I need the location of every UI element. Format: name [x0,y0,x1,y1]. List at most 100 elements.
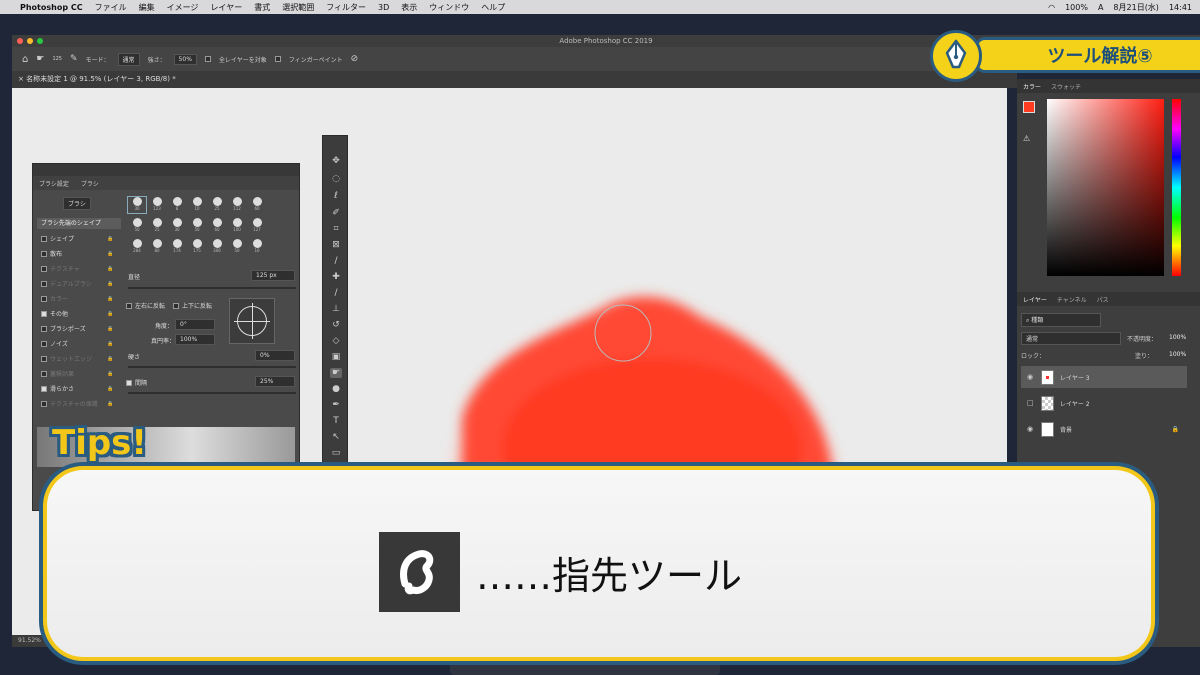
lock-icon[interactable]: 🔒 [107,371,113,377]
brush-tip-preset[interactable]: 8 [168,197,186,213]
menu-date[interactable]: 8月21日(水) [1113,2,1159,13]
menu-edit[interactable]: 編集 [139,2,155,13]
brush-option-checkbox[interactable] [41,295,47,302]
zoom-level[interactable]: 91.52% [18,637,41,644]
brush-option-checkbox[interactable] [41,400,47,407]
brush-tip-preset[interactable]: 60 [208,218,226,234]
brush-tip-preset[interactable]: 60 [248,197,266,213]
angle-input[interactable]: 0° [175,319,215,330]
spacing-checkbox[interactable] [126,379,132,386]
menu-filter[interactable]: フィルター [326,2,366,13]
zoom-window-button[interactable] [37,38,43,44]
menu-layer[interactable]: レイヤー [210,2,242,13]
brush-tip-preset[interactable]: 306 [208,239,226,255]
brush-tip-preset[interactable]: 30 [127,196,147,214]
tab-brush-settings[interactable]: ブラシ設定 [39,179,69,188]
brush-option-item[interactable]: 蓄積効果 🔒 [41,369,113,378]
brush-option-checkbox[interactable] [41,355,47,362]
lock-icon[interactable]: 🔒 [107,236,113,242]
layer-row[interactable]: ◉ 背景 🔒 [1021,418,1187,440]
lock-icon[interactable]: 🔒 [107,341,113,347]
layer-filter-select[interactable]: ⌕ 種類 [1021,313,1101,327]
marquee-tool-icon[interactable]: ◌ [330,174,342,184]
brush-option-checkbox[interactable] [41,250,47,257]
fill-input[interactable]: 100% [1169,351,1186,358]
brush-option-checkbox[interactable] [41,325,47,332]
layer-name[interactable]: レイヤー 3 [1060,373,1090,382]
hardness-input[interactable]: 0% [255,350,295,361]
menu-time[interactable]: 14:41 [1169,3,1192,12]
minimize-window-button[interactable] [27,38,33,44]
eraser-tool-icon[interactable]: ◇ [330,336,342,346]
smudge-tool-icon[interactable]: ☛ [330,368,342,378]
wifi-icon[interactable]: ◠ [1048,3,1055,12]
menu-window[interactable]: ウィンドウ [429,2,469,13]
color-picker-field[interactable] [1047,99,1164,276]
lock-icon[interactable]: 🔒 [107,311,113,317]
flip-x-checkbox[interactable] [126,302,132,309]
hue-slider[interactable] [1172,99,1181,276]
lock-icon[interactable]: 🔒 [107,251,113,257]
clone-stamp-tool-icon[interactable]: ⊥ [330,304,342,314]
diameter-slider[interactable] [128,287,296,289]
brush-option-item[interactable]: カラー 🔒 [41,294,113,303]
brush-tip-preset[interactable]: 284 [128,239,146,255]
visibility-off-icon[interactable]: □ [1027,399,1035,407]
menu-type[interactable]: 書式 [254,2,270,13]
layer-row[interactable]: ◉ レイヤー 3 [1021,366,1187,388]
brush-tip-shape-item[interactable]: ブラシ先端のシェイプ [37,218,121,229]
brush-option-checkbox[interactable] [41,235,47,242]
home-icon[interactable]: ⌂ [22,54,28,65]
brush-option-item[interactable]: 滑らかさ 🔒 [41,384,113,393]
brush-option-item[interactable]: テクスチャの保護 🔒 [41,399,113,408]
brush-tip-preset[interactable]: 112 [228,197,246,213]
brush-tip-preset[interactable]: 127 [248,218,266,234]
close-window-button[interactable] [17,38,23,44]
brush-tip-preset[interactable]: 25 [208,197,226,213]
move-tool-icon[interactable]: ✥ [330,156,342,166]
brush-tip-preset[interactable]: 25 [148,218,166,234]
spacing-input[interactable]: 25% [255,376,295,387]
flip-x-option[interactable]: 左右に反転 [126,301,165,310]
menu-file[interactable]: ファイル [95,2,127,13]
spacing-slider[interactable] [128,392,296,394]
finger-paint-checkbox[interactable] [274,56,281,62]
brush-tip-preset[interactable]: 80 [148,239,166,255]
document-tab[interactable]: × 名称未設定 1 @ 91.5% (レイヤー 3, RGB/8) * [12,71,1017,88]
flip-y-option[interactable]: 上下に反転 [173,301,212,310]
brush-tip-preset[interactable]: 50 [188,218,206,234]
layer-name[interactable]: レイヤー 2 [1060,399,1090,408]
visibility-eye-icon[interactable]: ◉ [1027,373,1035,381]
brush-option-item[interactable]: 散布 🔒 [41,249,113,258]
lock-icon[interactable]: 🔒 [107,296,113,302]
type-tool-icon[interactable]: T [330,416,342,426]
flip-y-checkbox[interactable] [173,302,179,309]
rectangle-tool-icon[interactable]: ▭ [330,448,342,458]
brush-settings-icon[interactable]: ✎ [70,54,78,64]
menu-view[interactable]: 表示 [401,2,417,13]
brush-option-item[interactable]: その他 🔒 [41,309,113,318]
lock-icon[interactable]: 🔒 [107,401,113,407]
brush-option-checkbox[interactable] [41,280,47,287]
dodge-tool-icon[interactable]: ● [330,384,342,394]
brush-tip-preset[interactable]: 50 [128,218,146,234]
brush-option-checkbox[interactable] [41,340,47,347]
strength-input[interactable]: 50% [173,53,197,65]
brush-option-checkbox[interactable] [41,265,47,272]
brush-tip-preset[interactable]: 30 [168,218,186,234]
brush-tip-preset[interactable]: 16 [248,239,266,255]
healing-brush-tool-icon[interactable]: ✚ [330,272,342,282]
tab-brushes[interactable]: ブラシ [81,179,99,188]
brush-tip-preset[interactable]: 10 [188,197,206,213]
brush-option-item[interactable]: ノイズ 🔒 [41,339,113,348]
tab-channels[interactable]: チャンネル [1057,295,1087,304]
gamut-warning-icon[interactable]: ⚠ [1023,134,1030,143]
brush-size-indicator[interactable]: 125 [52,56,62,62]
all-layers-checkbox[interactable] [204,56,211,62]
brush-angle-preview[interactable] [229,298,275,344]
frame-tool-icon[interactable]: ⊠ [330,240,342,250]
brush-tip-preset[interactable]: 100 [228,218,246,234]
panel-header[interactable] [33,164,299,176]
menu-image[interactable]: イメージ [167,2,199,13]
lock-icon[interactable]: 🔒 [107,266,113,272]
